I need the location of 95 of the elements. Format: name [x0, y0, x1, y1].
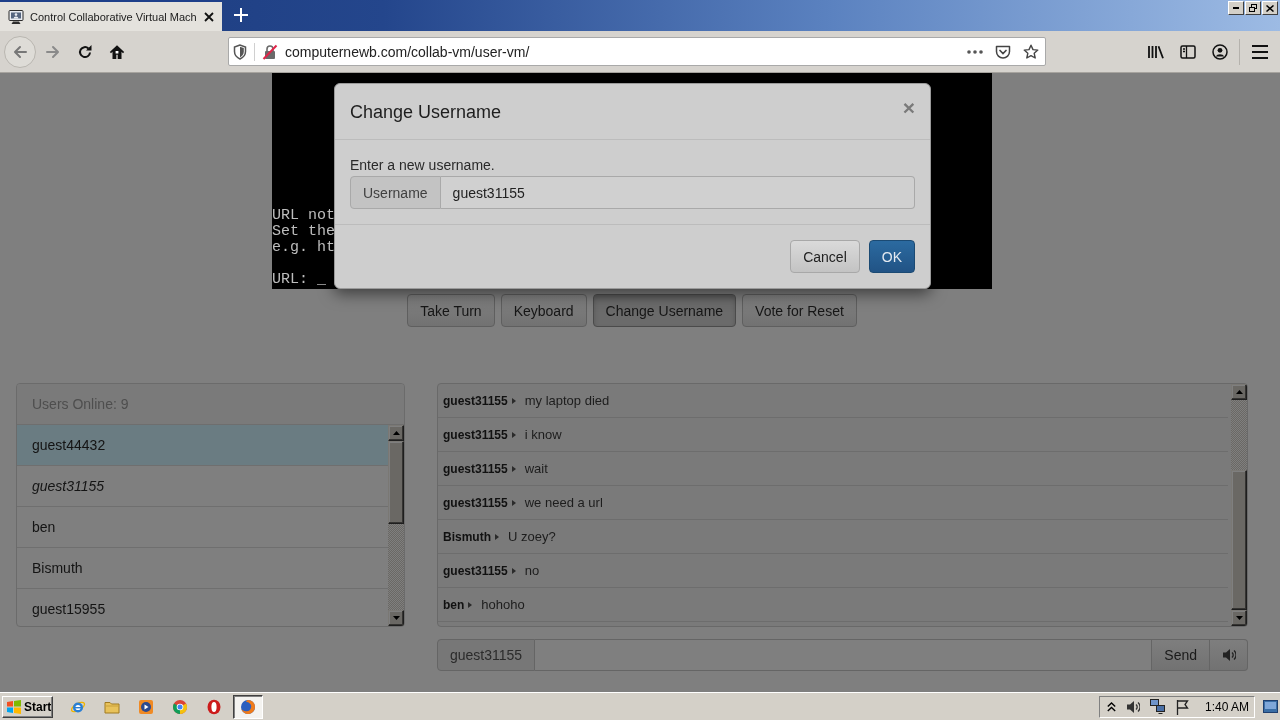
flag-icon[interactable] — [1174, 698, 1189, 715]
caret-up-icon — [392, 431, 400, 435]
sound-button[interactable] — [1210, 639, 1248, 671]
prompt-text: Enter a new username. — [350, 156, 496, 175]
username-label: guest31155 — [437, 639, 536, 671]
url-field[interactable]: computernewb.com/collab-vm/user-vm/ — [285, 43, 967, 60]
close-button[interactable]: × — [902, 97, 915, 118]
triangle-icon — [511, 499, 516, 506]
plus-icon[interactable] — [234, 8, 248, 22]
close-icon — [1266, 4, 1274, 12]
username-field[interactable]: guest31155 — [440, 176, 915, 209]
scroll-up-button[interactable] — [388, 425, 404, 441]
scrollbar-thumb[interactable] — [388, 441, 404, 524]
triangle-icon — [468, 601, 473, 608]
ok-button[interactable]: OK — [868, 240, 915, 273]
windows-logo-icon — [6, 699, 22, 714]
arrow-left-icon — [12, 43, 28, 60]
reload-icon[interactable] — [77, 43, 93, 60]
vm-action-button[interactable]: Keyboard — [500, 294, 587, 327]
chat-message-text: wait — [524, 461, 548, 476]
speaker-icon[interactable] — [1125, 698, 1140, 715]
vm-action-button[interactable]: Take Turn — [407, 294, 495, 327]
triangle-icon — [511, 397, 516, 404]
taskbar-button[interactable] — [233, 694, 263, 719]
letter-o-icon — [206, 698, 222, 715]
scroll-up-button[interactable] — [1231, 384, 1247, 400]
sidebar-icon[interactable] — [1180, 43, 1196, 60]
play-icon — [138, 698, 154, 715]
dialog-title: Change Username — [350, 100, 503, 124]
scroll-down-button[interactable] — [1231, 610, 1247, 626]
library-icon[interactable] — [1147, 43, 1165, 60]
cancel-button[interactable]: Cancel — [790, 240, 860, 273]
triangle-icon — [511, 431, 516, 438]
menu-icon[interactable] — [1252, 44, 1268, 59]
chat-username: guest31155 — [443, 393, 508, 408]
scrollbar-track[interactable] — [388, 425, 404, 626]
vm-action-button[interactable]: Vote for Reset — [742, 294, 857, 327]
star-icon[interactable] — [1023, 43, 1039, 60]
network-icon[interactable] — [1149, 699, 1165, 714]
console-line: URL: _ — [272, 272, 326, 288]
more-icon[interactable] — [967, 49, 983, 54]
chat-username: guest31155 — [443, 495, 508, 510]
clock[interactable]: 1:40 AM — [1204, 699, 1249, 714]
chat-message-text: no — [524, 563, 540, 578]
chat-username: Bismuth — [443, 529, 491, 544]
console-line: e.g. ht — [272, 240, 335, 256]
scrollbar-track[interactable] — [1231, 384, 1247, 626]
console-line: Set the — [272, 224, 335, 240]
back-button[interactable] — [4, 35, 36, 68]
minimize-button[interactable] — [1228, 1, 1244, 15]
vm-action-button[interactable]: Change Username — [592, 294, 737, 327]
start-button[interactable]: Start — [2, 695, 53, 718]
chat-message-text: U zoey? — [508, 529, 556, 544]
pocket-icon[interactable] — [995, 43, 1011, 60]
close-button[interactable] — [1262, 1, 1278, 15]
browser-tab[interactable]: Control Collaborative Virtual Mach — [0, 0, 222, 31]
restore-icon — [1249, 4, 1257, 12]
chat-username: guest31155 — [443, 563, 508, 578]
triangle-icon — [511, 567, 516, 574]
vm-screen[interactable]: URL not Set the e.g. ht URL: _ Change Username × Enter a new username. Username guest31155 Cancel OK — [272, 73, 992, 289]
minimize-icon — [1233, 7, 1239, 9]
desktop-icon[interactable] — [1263, 700, 1278, 713]
scroll-down-button[interactable] — [388, 610, 404, 626]
console-line: URL not — [272, 208, 335, 224]
scrollbar-thumb[interactable] — [1231, 470, 1247, 610]
close-icon[interactable] — [204, 11, 214, 22]
chat-input-field[interactable] — [535, 639, 1153, 671]
account-icon[interactable] — [1212, 43, 1228, 60]
shield-icon[interactable] — [233, 43, 247, 60]
speaker-icon — [1221, 647, 1236, 663]
double-chevron-icon[interactable] — [1106, 701, 1116, 712]
lock-slash-icon[interactable] — [262, 43, 278, 60]
field-label: Username — [350, 176, 441, 209]
send-button[interactable]: Send — [1152, 639, 1210, 671]
user-list-item[interactable]: Bismuth — [17, 548, 388, 589]
home-icon[interactable] — [109, 43, 125, 60]
chat-username: guest31155 — [443, 427, 508, 442]
chat-message-text: we need a url — [524, 495, 603, 510]
user-list-item[interactable]: guest44432 — [17, 425, 388, 466]
chat-message-text: my laptop died — [524, 393, 610, 408]
computer-icon — [8, 8, 24, 25]
restore-button[interactable] — [1245, 1, 1261, 15]
swirl-globe-icon — [240, 698, 256, 715]
user-list-item[interactable]: ben — [17, 507, 388, 548]
chat-message-text: i know — [524, 427, 562, 442]
segmented-circle-icon — [172, 698, 188, 715]
triangle-icon — [495, 533, 499, 540]
triangle-icon — [511, 465, 516, 472]
caret-down-icon — [392, 616, 400, 620]
caret-up-icon — [1235, 390, 1243, 394]
user-list-item[interactable]: guest31155 — [17, 466, 388, 507]
chat-username: ben — [443, 597, 465, 612]
chat-username: guest31155 — [443, 461, 508, 476]
chat-message-text: hohoho — [481, 597, 525, 612]
caret-down-icon — [1235, 616, 1243, 620]
